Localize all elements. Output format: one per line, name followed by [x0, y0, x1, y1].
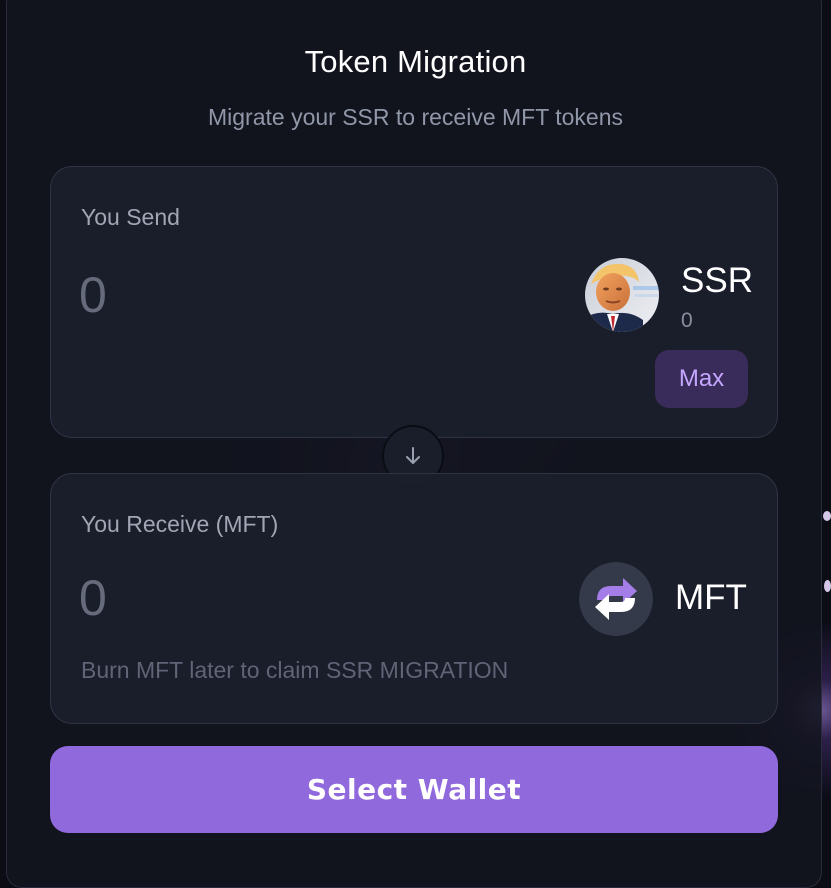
- decorative-sparkle: [823, 511, 831, 521]
- receive-panel: You Receive (MFT) MFT Burn MFT later to …: [50, 473, 778, 724]
- mft-token-avatar: [579, 562, 653, 636]
- select-wallet-button[interactable]: Select Wallet: [50, 746, 778, 833]
- max-button[interactable]: Max: [655, 350, 748, 408]
- send-amount-input[interactable]: [79, 263, 379, 327]
- page-title: Token Migration: [304, 44, 527, 79]
- page-subtitle: Migrate your SSR to receive MFT tokens: [208, 104, 623, 130]
- send-token-symbol: SSR: [681, 261, 753, 300]
- send-label: You Send: [81, 204, 180, 230]
- decorative-sparkle: [824, 580, 831, 592]
- receive-label: You Receive (MFT): [81, 511, 279, 537]
- arrow-down-icon: [401, 444, 425, 468]
- send-panel: You Send 0 SSR 0 Max: [50, 166, 778, 438]
- receive-amount-input[interactable]: [79, 566, 379, 630]
- receive-token-symbol: MFT: [675, 578, 747, 617]
- send-token-balance: 0: [681, 309, 693, 332]
- ssr-token-portrait-avatar: [585, 258, 659, 332]
- burn-hint-text: Burn MFT later to claim SSR MIGRATION: [81, 657, 509, 683]
